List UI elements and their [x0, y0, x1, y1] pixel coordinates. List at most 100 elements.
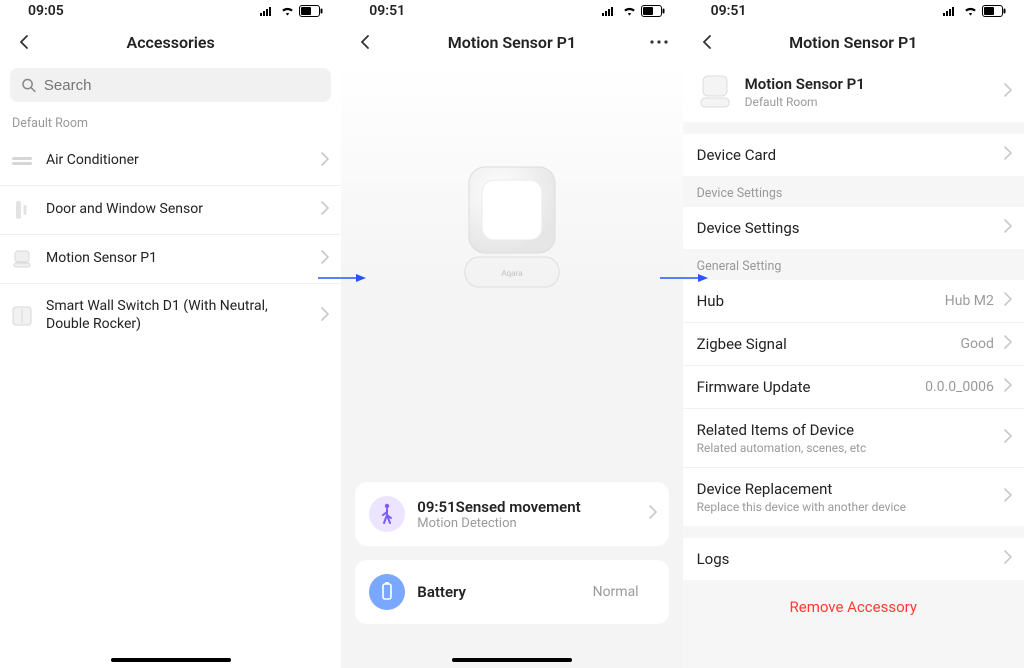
zigbee-label: Zigbee Signal: [697, 335, 787, 353]
status-bar: 09:51: [683, 0, 1024, 22]
back-button[interactable]: [353, 30, 377, 54]
status-time: 09:51: [369, 3, 405, 19]
hub-value: Hub M2: [945, 293, 994, 309]
phone-device-settings: 09:51 Motion Sensor P1 Motion Sensor P1 …: [683, 0, 1024, 668]
device-thumb-icon: [697, 74, 733, 110]
back-button[interactable]: [695, 30, 719, 54]
list-item-label: Motion Sensor P1: [46, 250, 329, 268]
list-item-label: Air Conditioner: [46, 152, 329, 170]
battery-icon: [369, 574, 405, 610]
replacement-sub: Replace this device with another device: [697, 500, 906, 514]
row-hub[interactable]: Hub Hub M2: [683, 280, 1024, 322]
device-settings-label: Device Settings: [697, 219, 800, 237]
wifi-icon: [280, 6, 295, 16]
device-header-card[interactable]: Motion Sensor P1 Default Room: [683, 62, 1024, 122]
door-sensor-icon: [12, 200, 32, 220]
more-icon: [649, 39, 669, 45]
row-device-settings[interactable]: Device Settings: [683, 207, 1024, 249]
motion-event-title: 09:51Sensed movement: [417, 498, 580, 516]
arrow-1: [318, 270, 366, 286]
row-related-items[interactable]: Related Items of Device Related automati…: [683, 408, 1024, 467]
search-field[interactable]: [44, 77, 319, 94]
chevron-right-icon: [1004, 335, 1012, 353]
accessory-list: Air Conditioner Door and Window Sensor M…: [0, 137, 341, 347]
svg-text:Aqara: Aqara: [501, 269, 523, 278]
chevron-right-icon: [321, 307, 329, 325]
search-icon: [22, 78, 36, 93]
firmware-value: 0.0.0_0006: [925, 379, 994, 395]
section-label-general: General Setting: [683, 249, 1024, 280]
row-zigbee[interactable]: Zigbee Signal Good: [683, 322, 1024, 365]
page-title: Accessories: [0, 33, 341, 52]
status-icons: [260, 5, 323, 17]
back-button[interactable]: [12, 30, 36, 54]
chevron-right-icon: [321, 250, 329, 268]
row-device-card[interactable]: Device Card: [683, 134, 1024, 176]
battery-card[interactable]: Battery Normal: [355, 560, 668, 624]
motion-event-card[interactable]: 09:51Sensed movement Motion Detection: [355, 482, 668, 546]
home-indicator[interactable]: [111, 658, 231, 662]
status-time: 09:05: [28, 3, 64, 19]
list-item-door-window-sensor[interactable]: Door and Window Sensor: [0, 186, 341, 235]
wall-switch-icon: [12, 306, 32, 326]
battery-title: Battery: [417, 583, 466, 601]
search-input[interactable]: [10, 68, 331, 102]
chevron-right-icon: [1004, 488, 1012, 506]
zigbee-value: Good: [960, 336, 993, 352]
status-icons: [602, 5, 665, 17]
device-name: Motion Sensor P1: [745, 75, 865, 93]
list-item-smart-wall-switch[interactable]: Smart Wall Switch D1 (With Neutral, Doub…: [0, 284, 341, 347]
hub-label: Hub: [697, 292, 724, 310]
device-room: Default Room: [745, 95, 865, 109]
chevron-right-icon: [1004, 550, 1012, 568]
chevron-right-icon: [321, 152, 329, 170]
chevron-right-icon: [1004, 429, 1012, 447]
page-title: Motion Sensor P1: [683, 33, 1024, 52]
chevron-right-icon: [1004, 219, 1012, 237]
device-card-label: Device Card: [697, 146, 776, 164]
status-bar: 09:51: [341, 0, 682, 22]
battery-value: Normal: [593, 584, 639, 600]
list-item-label: Door and Window Sensor: [46, 201, 329, 219]
list-item-label: Smart Wall Switch D1 (With Neutral, Doub…: [46, 298, 329, 333]
section-label-default-room: Default Room: [0, 110, 341, 137]
status-time: 09:51: [711, 3, 747, 19]
phone-accessories: 09:05 Accessories Default Room Air Condi…: [0, 0, 341, 668]
chevron-right-icon: [1004, 378, 1012, 396]
logs-label: Logs: [697, 550, 730, 568]
navbar: Accessories: [0, 22, 341, 62]
arrow-2: [660, 270, 708, 286]
firmware-label: Firmware Update: [697, 378, 811, 396]
settings-body: Motion Sensor P1 Default Room Device Car…: [683, 62, 1024, 638]
phone-device-detail: 09:51 Motion Sensor P1 Aqara: [341, 0, 682, 668]
ac-icon: [12, 151, 32, 171]
list-item-motion-sensor[interactable]: Motion Sensor P1: [0, 235, 341, 284]
chevron-right-icon: [1004, 146, 1012, 164]
battery-icon: [299, 5, 323, 17]
chevron-right-icon: [1004, 292, 1012, 310]
related-sub: Related automation, scenes, etc: [697, 441, 867, 455]
motion-event-subtitle: Motion Detection: [417, 516, 580, 531]
chevron-right-icon: [321, 201, 329, 219]
motion-sensor-icon: [12, 249, 32, 269]
status-bar: 09:05: [0, 0, 341, 22]
more-menu-button[interactable]: [645, 28, 673, 56]
replacement-label: Device Replacement: [697, 480, 906, 498]
remove-accessory-button[interactable]: Remove Accessory: [683, 580, 1024, 638]
navbar: Motion Sensor P1: [341, 22, 682, 62]
row-logs[interactable]: Logs: [683, 538, 1024, 580]
row-firmware[interactable]: Firmware Update 0.0.0_0006: [683, 365, 1024, 408]
list-item-air-conditioner[interactable]: Air Conditioner: [0, 137, 341, 186]
page-title: Motion Sensor P1: [341, 33, 682, 52]
row-device-replacement[interactable]: Device Replacement Replace this device w…: [683, 467, 1024, 526]
section-label-device-settings: Device Settings: [683, 176, 1024, 207]
home-indicator[interactable]: [452, 658, 572, 662]
related-label: Related Items of Device: [697, 421, 867, 439]
cards-area: 09:51Sensed movement Motion Detection Ba…: [341, 482, 682, 668]
status-icons: [943, 5, 1006, 17]
device-image: Aqara: [341, 62, 682, 392]
chevron-right-icon: [649, 505, 657, 523]
navbar: Motion Sensor P1: [683, 22, 1024, 62]
chevron-right-icon: [1004, 83, 1012, 101]
motion-event-icon: [369, 496, 405, 532]
